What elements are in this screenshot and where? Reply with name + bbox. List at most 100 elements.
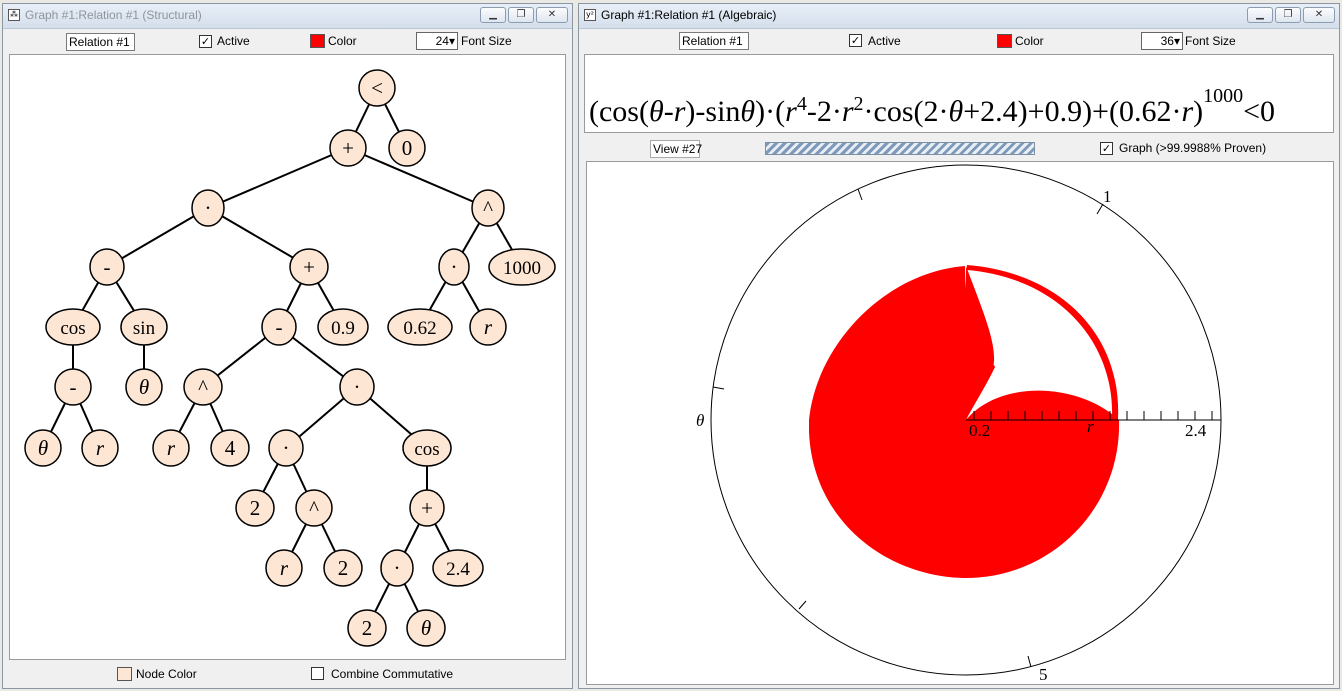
r-max-label: 2.4 [1185,421,1207,440]
tree-node-label: · [394,556,401,580]
tree-node-label: 2 [362,616,373,640]
tree-node[interactable]: < [358,69,396,107]
structural-toolbar: Relation #1 ✓ Active Color 24▾ Font Size [3,29,572,55]
active-checkbox[interactable]: ✓ [199,35,212,48]
tree-node[interactable]: ^ [471,189,505,227]
progress-bar [765,142,1035,155]
angle-label-1: 1 [1103,187,1112,206]
font-size-label: Font Size [461,34,512,48]
graph-checkbox[interactable]: ✓ [1100,142,1113,155]
theta-axis-label: θ [696,411,704,430]
tree-node[interactable]: θ [125,368,163,406]
tree-node[interactable]: · [268,429,304,467]
expression-tree: < + 0 · ^ - + · 1000 cos sin - 0.9 0.62 r - θ ^ · θ r r 4 · cos 2… [24,69,556,647]
tree-node[interactable]: - [261,308,297,346]
color-swatch[interactable] [997,34,1012,48]
tree-node[interactable]: 2.4 [432,549,484,587]
tree-node-label: ^ [198,375,208,399]
tree-node-label: - [276,315,283,339]
tree-node[interactable]: 0.9 [317,308,369,346]
tree-node-label: 0.62 [403,318,436,339]
minimize-button[interactable]: ▁ [1247,7,1273,23]
tree-node[interactable]: r [81,429,119,467]
structural-titlebar[interactable]: ⁂ Graph #1:Relation #1 (Structural) ▁ ❐ … [3,4,572,29]
formula-window-icon[interactable]: y² [584,9,596,21]
close-button[interactable]: ✕ [1303,7,1335,23]
tree-node-label: r [96,436,105,460]
font-size-label: Font Size [1185,34,1236,48]
tree-node[interactable]: ^ [295,489,333,527]
font-size-select[interactable]: 36▾ [1141,32,1183,50]
tree-node-label: + [421,496,433,520]
font-size-select[interactable]: 24▾ [416,32,458,50]
tick [712,386,725,390]
tree-node[interactable]: r [469,308,507,346]
graph-view-bar: View #27 ✓ Graph (>99.9988% Proven) [584,137,1332,161]
tree-edges [42,87,523,629]
tree-node[interactable]: · [339,368,375,406]
tree-node-label: sin [133,318,156,339]
color-swatch[interactable] [310,34,325,48]
tree-node[interactable]: + [329,129,367,167]
structural-window-title: Graph #1:Relation #1 (Structural) [25,8,202,22]
tree-node[interactable]: 4 [210,429,250,467]
dropdown-arrow-icon: ▾ [448,34,455,48]
structural-window: ⁂ Graph #1:Relation #1 (Structural) ▁ ❐ … [2,3,573,689]
combine-commutative-label: Combine Commutative [331,667,454,681]
tree-node[interactable]: r [265,549,303,587]
tree-node[interactable]: ^ [183,368,223,406]
tree-node-label: ^ [483,196,493,220]
tree-node-label: · [283,436,290,460]
tree-node-label: 2 [338,556,349,580]
tree-node-label: 2 [250,496,261,520]
tree-node[interactable]: 0 [388,129,426,167]
structural-canvas: < +0 · ^ - + · 1000 cos sin - 0.9 0.62 r - θ ^ · θ r r 4 · cos 2… [9,54,566,660]
tree-node[interactable]: · [191,189,225,227]
tree-node[interactable]: 2 [323,549,363,587]
combine-commutative-checkbox[interactable] [311,667,324,680]
tree-node[interactable]: cos [402,429,452,467]
tree-node-label: 2.4 [446,559,470,580]
active-checkbox[interactable]: ✓ [849,34,862,47]
graph-proven-label: Graph (>99.9988% Proven) [1119,141,1267,155]
minimize-button[interactable]: ▁ [480,7,506,23]
r-axis-label: r [1087,417,1094,436]
tree-node-label: ^ [309,496,319,520]
dropdown-arrow-icon: ▾ [1173,34,1180,48]
active-label: Active [868,34,901,48]
relation-name-field[interactable]: Relation #1 [66,33,135,51]
graph-canvas[interactable]: 0.2 r 2.4 θ 1 5 [586,161,1334,685]
tree-node[interactable]: 0.62 [387,308,453,346]
view-name-field[interactable]: View #27 [650,140,702,158]
tree-node[interactable]: sin [120,308,168,346]
tree-node-label: r [484,315,493,339]
algebraic-titlebar[interactable]: y² Graph #1:Relation #1 (Algebraic) ▁ ❐ … [579,4,1339,29]
structural-bottom-bar: Node Color Combine Commutative [3,661,572,687]
maximize-button[interactable]: ❐ [1275,7,1301,23]
tree-node[interactable]: - [89,248,125,286]
tree-node[interactable]: + [289,248,329,286]
tree-node[interactable]: · [438,248,470,286]
polar-graph: 0.2 r 2.4 θ 1 5 [696,164,1222,684]
tree-node[interactable]: r [152,429,190,467]
tree-node[interactable]: 2 [235,489,275,527]
tree-node[interactable]: 2 [347,609,387,647]
tree-node-label: θ [139,375,149,399]
maximize-button[interactable]: ❐ [508,7,534,23]
tree-node[interactable]: · [380,549,414,587]
tree-edge [207,147,349,209]
tree-node-label: · [354,375,361,399]
tree-window-icon[interactable]: ⁂ [8,9,20,21]
tree-node[interactable]: cos [45,308,101,346]
tree-node[interactable]: - [54,368,92,406]
tree-node[interactable]: θ [406,609,446,647]
node-color-swatch[interactable] [117,667,132,681]
tree-node-label: · [205,196,212,220]
tree-node[interactable]: + [409,489,445,527]
close-button[interactable]: ✕ [536,7,568,23]
tree-node[interactable]: 1000 [488,248,556,286]
equation-panel: (cos(θ-r)-sinθ)·(r4-2·r2·cos(2·θ+2.4)+0.… [584,54,1334,133]
equation-display: (cos(θ-r)-sinθ)·(r4-2·r2·cos(2·θ+2.4)+0.… [589,85,1276,128]
tree-node[interactable]: θ [24,429,62,467]
relation-name-field[interactable]: Relation #1 [679,32,749,50]
